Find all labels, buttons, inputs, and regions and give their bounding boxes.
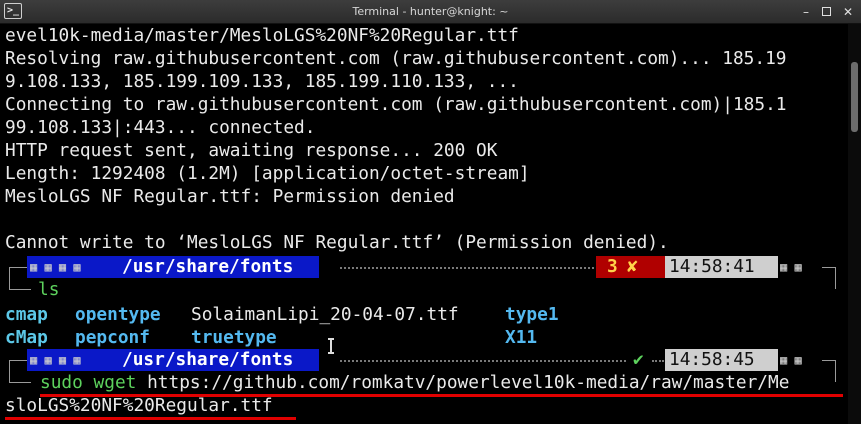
title-bar[interactable]: >_ Terminal - hunter@knight: ~ – ✕	[0, 0, 861, 24]
text-cursor-icon	[328, 338, 334, 354]
success-icon: ✔	[633, 349, 644, 370]
minimize-button[interactable]: –	[798, 4, 814, 20]
download-url-continued: sloLGS%20NF%20Regular.ttf	[5, 395, 273, 416]
command-wget[interactable]: sudo wget https://github.com/romkatv/pow…	[40, 371, 789, 395]
output-line: Resolving raw.githubusercontent.com (raw…	[5, 48, 787, 69]
current-path: /usr/share/fonts	[122, 256, 294, 277]
file-entry: SolaimanLipi_20-04-07.ttf	[191, 304, 459, 325]
error-icon: ✘	[627, 256, 638, 277]
prompt-connector	[9, 382, 31, 383]
output-line: Cannot write to ‘MesloLGS NF Regular.ttf…	[5, 232, 669, 253]
clock-icon: ▦ ▦	[780, 353, 802, 367]
prompt-connector	[9, 360, 27, 361]
prompt-connector	[9, 267, 10, 289]
prompt-filler	[340, 267, 594, 269]
annotation-underline	[40, 394, 843, 397]
clock-icon: ▦ ▦	[780, 260, 802, 274]
dir-entry: truetype	[191, 327, 277, 348]
prompt-time: 14:58:45	[669, 349, 755, 370]
output-line: MesloLGS NF Regular.ttf: Permission deni…	[5, 186, 455, 207]
exit-code: 3	[607, 256, 618, 277]
terminal-window: >_ Terminal - hunter@knight: ~ – ✕ evel1…	[0, 0, 861, 424]
window-title: Terminal - hunter@knight: ~	[352, 5, 509, 18]
scrollbar-thumb[interactable]	[851, 62, 858, 132]
prompt-connector	[9, 267, 27, 268]
folder-icon: ▦ ▦ ▦ ▦	[30, 353, 81, 367]
prompt-filler	[340, 360, 626, 362]
dir-entry: pepconf	[75, 327, 150, 348]
output-line: Connecting to raw.githubusercontent.com …	[5, 94, 787, 115]
close-button[interactable]: ✕	[840, 4, 856, 20]
maximize-icon	[821, 7, 831, 16]
path-segment: ▦ ▦ ▦ ▦ /usr/share/fonts	[27, 349, 319, 371]
exit-status-segment: 3 ✘	[596, 256, 665, 278]
prompt-filler	[652, 360, 664, 362]
prompt-connector	[9, 289, 31, 290]
output-line: Length: 1292408 (1.2M) [application/octe…	[5, 163, 530, 184]
command-ls: ls	[38, 279, 60, 300]
prompt-connector	[835, 360, 836, 382]
scrollbar[interactable]	[848, 24, 861, 424]
output-line: 99.108.133|:443... connected.	[5, 117, 316, 138]
path-segment: ▦ ▦ ▦ ▦ /usr/share/fonts	[27, 256, 319, 278]
folder-icon: ▦ ▦ ▦ ▦	[30, 260, 81, 274]
prompt-connector	[822, 360, 836, 361]
current-path: /usr/share/fonts	[122, 349, 294, 370]
download-url: https://github.com/romkatv/powerlevel10k…	[147, 372, 790, 393]
maximize-button[interactable]	[818, 4, 834, 20]
dir-entry: opentype	[75, 304, 161, 325]
annotation-underline	[5, 417, 296, 420]
terminal-content[interactable]: evel10k-media/master/MesloLGS%20NF%20Reg…	[0, 24, 845, 424]
time-segment: 14:58:41	[665, 256, 778, 278]
prompt-connector	[822, 267, 836, 268]
output-line: 9.108.133, 185.199.109.133, 185.199.110.…	[5, 71, 519, 92]
prompt-connector	[835, 267, 836, 289]
prompt-time: 14:58:41	[669, 256, 755, 277]
time-segment: 14:58:45	[665, 349, 778, 371]
dir-entry: cMap	[5, 327, 48, 348]
output-line: evel10k-media/master/MesloLGS%20NF%20Reg…	[5, 25, 519, 46]
prompt-connector	[9, 360, 10, 382]
output-line: HTTP request sent, awaiting response... …	[5, 140, 498, 161]
minimize-icon: –	[803, 5, 809, 19]
dir-entry: type1	[505, 304, 559, 325]
dir-entry: cmap	[5, 304, 48, 325]
close-icon: ✕	[842, 5, 854, 19]
dir-entry: X11	[505, 327, 538, 348]
